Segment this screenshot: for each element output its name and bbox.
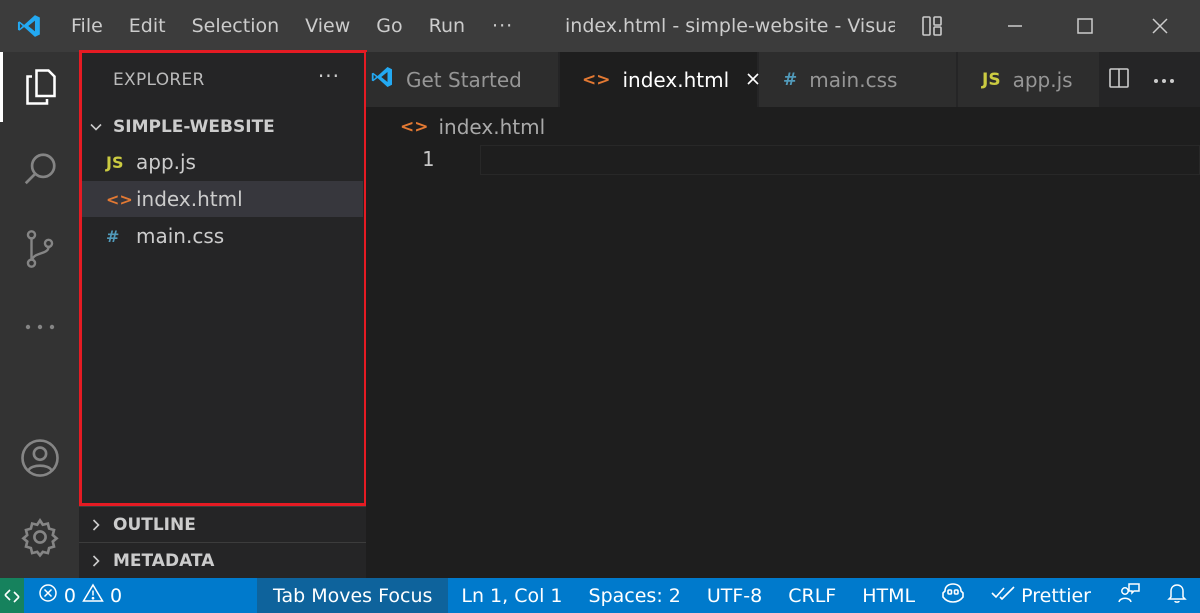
double-check-icon — [991, 584, 1015, 607]
folder-simple-website[interactable]: SIMPLE-WEBSITE — [79, 110, 366, 144]
metadata-label: METADATA — [113, 550, 215, 571]
css-file-icon: # — [106, 226, 120, 246]
settings-gear-icon[interactable] — [0, 502, 79, 572]
prettier-label: Prettier — [1021, 584, 1091, 607]
editor-area[interactable]: <> index.html 1 — [366, 107, 1200, 578]
html-file-icon: <> — [582, 69, 611, 90]
tab-app-js[interactable]: JS app.js — [958, 52, 1100, 107]
menu-more-button[interactable]: ··· — [478, 15, 527, 37]
split-editor-icon[interactable] — [1108, 67, 1130, 93]
tab-main-css[interactable]: # main.css — [759, 52, 957, 107]
notifications-status[interactable] — [1154, 578, 1200, 613]
tab-label: index.html — [622, 67, 730, 92]
more-activity-icon[interactable] — [0, 292, 79, 362]
outline-section[interactable]: OUTLINE — [79, 506, 366, 542]
encoding-status[interactable]: UTF-8 — [694, 578, 775, 613]
file-label: main.css — [136, 224, 225, 248]
menu-file[interactable]: File — [58, 0, 116, 52]
vscode-logo-icon — [0, 0, 58, 52]
menu-run[interactable]: Run — [416, 0, 478, 52]
menu-go[interactable]: Go — [363, 0, 415, 52]
line-number: 1 — [422, 147, 435, 171]
warning-icon — [82, 583, 104, 608]
remote-indicator-icon[interactable] — [0, 578, 24, 613]
html-file-icon: <> — [400, 117, 429, 137]
more-actions-icon[interactable] — [1152, 70, 1176, 89]
explorer-sidebar: EXPLORER ··· SIMPLE-WEBSITE JS app.js <>… — [79, 52, 366, 578]
warning-count: 0 — [109, 584, 123, 607]
current-line-highlight — [480, 145, 1200, 175]
tab-label: app.js — [1012, 67, 1073, 92]
chevron-right-icon — [79, 553, 113, 569]
tab-label: Get Started — [406, 67, 522, 92]
window-title: index.html - simple-website - Visua... — [565, 15, 895, 37]
breadcrumb-file[interactable]: index.html — [439, 115, 546, 139]
explorer-activity-icon[interactable] — [0, 52, 79, 122]
feedback-status[interactable] — [1104, 578, 1154, 613]
cursor-position-status[interactable]: Ln 1, Col 1 — [448, 578, 575, 613]
javascript-file-icon: JS — [106, 152, 124, 172]
chevron-right-icon — [79, 517, 113, 533]
prettier-status[interactable]: Prettier — [978, 578, 1104, 613]
file-label: index.html — [136, 187, 243, 211]
vscode-icon — [370, 65, 394, 94]
error-icon — [38, 583, 58, 608]
bell-icon — [1167, 582, 1187, 609]
accounts-icon[interactable] — [0, 423, 79, 493]
tab-index-html[interactable]: <> index.html — [560, 52, 759, 107]
search-activity-icon[interactable] — [0, 134, 79, 204]
menu-edit[interactable]: Edit — [116, 0, 179, 52]
metadata-section[interactable]: METADATA — [79, 542, 366, 578]
html-file-icon: <> — [106, 189, 133, 209]
maximize-button[interactable] — [1050, 0, 1120, 52]
menu-selection[interactable]: Selection — [179, 0, 293, 52]
tab-moves-focus-status[interactable]: Tab Moves Focus — [257, 578, 449, 613]
javascript-file-icon: JS — [982, 69, 1001, 90]
source-control-activity-icon[interactable] — [0, 214, 79, 284]
error-count: 0 — [63, 584, 76, 607]
chevron-down-icon — [79, 119, 113, 135]
breadcrumb[interactable]: <> index.html — [400, 115, 545, 139]
explorer-more-button[interactable]: ··· — [318, 64, 340, 88]
close-window-button[interactable] — [1125, 0, 1195, 52]
folder-label: SIMPLE-WEBSITE — [113, 117, 275, 137]
feedback-person-icon — [1117, 582, 1141, 609]
status-bar: 0 0 Tab Moves Focus Ln 1, Col 1 Spaces: … — [0, 578, 1200, 613]
eol-status[interactable]: CRLF — [775, 578, 849, 613]
minimize-button[interactable] — [980, 0, 1050, 52]
problems-status[interactable]: 0 0 — [24, 583, 136, 608]
customize-layout-icon[interactable] — [920, 14, 944, 42]
copilot-icon — [941, 582, 965, 609]
activity-bar — [0, 52, 79, 578]
explorer-header: EXPLORER — [113, 70, 205, 90]
indentation-status[interactable]: Spaces: 2 — [576, 578, 694, 613]
file-item-main-css[interactable]: # main.css — [79, 218, 363, 254]
outline-label: OUTLINE — [113, 514, 196, 535]
language-mode-status[interactable]: HTML — [849, 578, 928, 613]
title-bar: File Edit Selection View Go Run ··· inde… — [0, 0, 1200, 52]
tab-get-started[interactable]: Get Started — [366, 52, 559, 107]
copilot-status[interactable] — [928, 578, 978, 613]
menu-view[interactable]: View — [292, 0, 363, 52]
menu-bar: File Edit Selection View Go Run ··· — [58, 0, 527, 52]
file-item-index-html[interactable]: <> index.html — [79, 181, 363, 217]
file-item-app-js[interactable]: JS app.js — [79, 144, 363, 180]
css-file-icon: # — [783, 69, 798, 90]
editor-tab-bar: Get Started <> index.html # main.css JS … — [366, 52, 1200, 107]
tab-label: main.css — [809, 67, 898, 92]
file-label: app.js — [136, 150, 196, 174]
editor-actions — [1102, 52, 1176, 107]
